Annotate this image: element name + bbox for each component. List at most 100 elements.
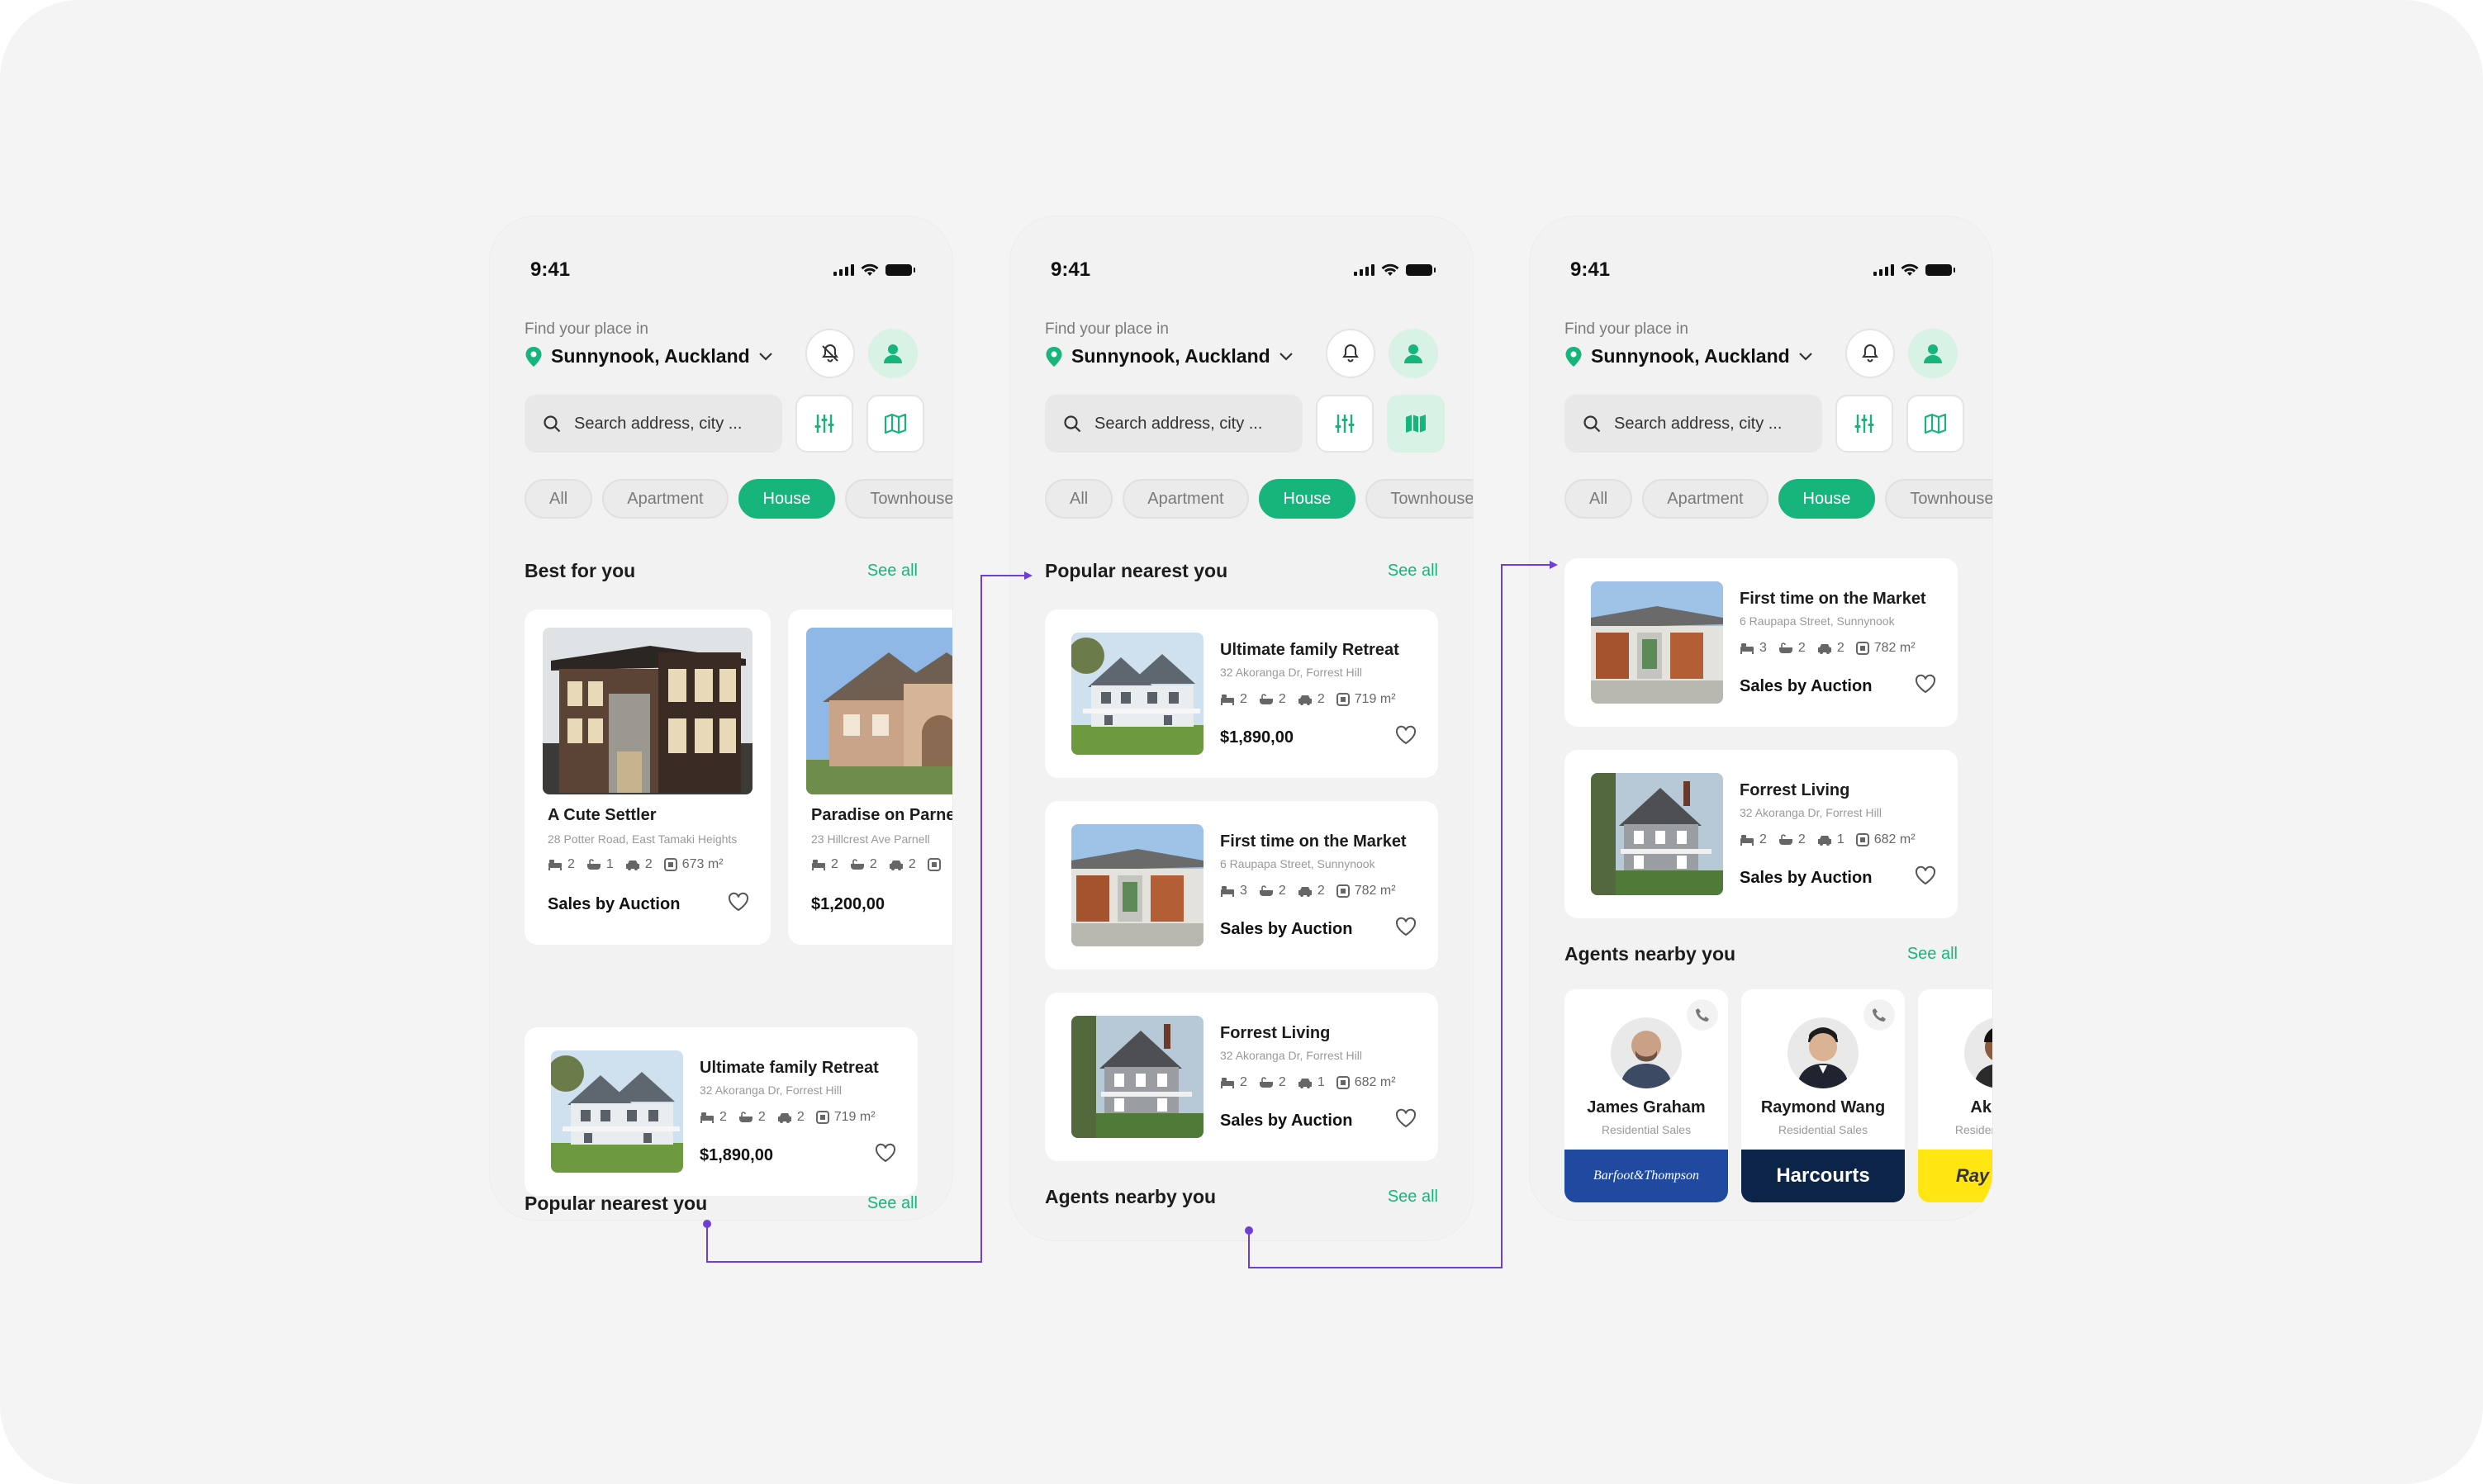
property-title: First time on the Market (1740, 590, 1926, 608)
heart-icon[interactable] (728, 892, 749, 912)
call-button[interactable] (1687, 999, 1718, 1031)
chip-all[interactable]: All (1564, 479, 1633, 519)
notification-button[interactable] (1326, 329, 1375, 378)
property-card[interactable]: Ultimate family Retreat 32 Akoranga Dr, … (525, 1027, 918, 1196)
category-chips: All Apartment House Townhouse (1564, 479, 1992, 519)
property-title: Ultimate family Retreat (700, 1059, 879, 1077)
chip-apartment[interactable]: Apartment (1123, 479, 1249, 519)
chip-townhouse[interactable]: Townhouse (845, 479, 952, 519)
search-row: Search address, city ... (525, 395, 924, 453)
property-card[interactable]: Paradise on Parnell 23 Hillcrest Ave Par… (788, 609, 952, 945)
beds-count: 2 (1759, 832, 1767, 846)
profile-button[interactable] (868, 329, 918, 378)
search-placeholder: Search address, city ... (1094, 414, 1263, 433)
property-card[interactable]: First time on the Market 6 Raupapa Stree… (1564, 558, 1958, 727)
heart-icon[interactable] (1395, 725, 1417, 745)
chip-townhouse[interactable]: Townhouse (1365, 479, 1473, 519)
section-title: Best for you (525, 560, 636, 581)
bath-icon (850, 859, 864, 870)
agents-nearby-header: Agents nearby you See all (1045, 1186, 1438, 1208)
area-icon (815, 1111, 829, 1124)
see-all-link[interactable]: See all (867, 562, 918, 581)
beds-count: 2 (1240, 692, 1247, 706)
popular-nearest-header: Popular nearest you See all (1045, 560, 1438, 582)
map-view-button[interactable] (1387, 395, 1445, 453)
property-card[interactable]: Forrest Living 32 Akoranga Dr, Forrest H… (1564, 750, 1958, 918)
chip-townhouse[interactable]: Townhouse (1885, 479, 1992, 519)
chip-apartment[interactable]: Apartment (602, 479, 729, 519)
chip-house[interactable]: House (1778, 479, 1876, 519)
agent-card[interactable]: James Graham Residential Sales Barfoot&T… (1564, 989, 1728, 1202)
heart-icon[interactable] (1395, 917, 1417, 936)
property-price: Sales by Auction (548, 895, 681, 913)
chip-all[interactable]: All (1045, 479, 1113, 519)
property-card[interactable]: First time on the Market 6 Raupapa Stree… (1045, 801, 1438, 970)
bell-icon (1862, 344, 1878, 363)
see-all-link[interactable]: See all (1388, 1188, 1438, 1207)
property-card[interactable]: Ultimate family Retreat 32 Akoranga Dr, … (1045, 609, 1438, 778)
chevron-down-icon (758, 352, 772, 361)
bed-icon (812, 860, 825, 870)
notification-button[interactable] (1845, 329, 1895, 378)
area-feature: 719 m² (815, 1110, 876, 1125)
search-input[interactable]: Search address, city ... (525, 395, 782, 453)
search-placeholder: Search address, city ... (574, 414, 743, 433)
profile-button[interactable] (1908, 329, 1958, 378)
property-price: Sales by Auction (1220, 1112, 1353, 1130)
chip-all[interactable]: All (525, 479, 593, 519)
agent-card[interactable]: Akshay Residential Sales Ray White (1918, 989, 1992, 1202)
car-icon (1817, 836, 1831, 846)
status-time: 9:41 (1051, 258, 1091, 281)
property-address: 32 Akoranga Dr, Forrest Hill (1740, 806, 1882, 819)
find-label: Find your place in (1045, 320, 1169, 338)
beds-feature: 2 (1220, 1075, 1247, 1090)
agency-logo-text: Barfoot&Thompson (1593, 1169, 1699, 1183)
search-input[interactable]: Search address, city ... (1564, 395, 1822, 453)
heart-icon[interactable] (1395, 1108, 1417, 1128)
property-price: $1,890,00 (700, 1146, 773, 1164)
status-bar: 9:41 (1570, 258, 1955, 282)
filter-button[interactable] (795, 395, 853, 453)
see-all-link[interactable]: See all (1907, 945, 1958, 964)
call-button[interactable] (1863, 999, 1895, 1031)
agency-logo: Harcourts (1741, 1150, 1905, 1202)
profile-button[interactable] (1389, 329, 1438, 378)
chip-house[interactable]: House (738, 479, 836, 519)
agency-logo-text: Ray White (1955, 1165, 1992, 1186)
heart-icon[interactable] (875, 1143, 896, 1163)
see-all-link[interactable]: See all (1388, 562, 1438, 581)
filter-button[interactable] (1835, 395, 1893, 453)
bath-icon (1259, 694, 1273, 704)
signal-icon (833, 264, 854, 276)
location-selector[interactable]: Sunnynook, Auckland (525, 345, 773, 367)
status-bar: 9:41 (530, 258, 915, 282)
location-selector[interactable]: Sunnynook, Auckland (1564, 345, 1813, 367)
map-view-button[interactable] (1906, 395, 1964, 453)
area-icon (1336, 693, 1350, 706)
area-value: 782 m² (1873, 641, 1916, 655)
search-icon (1064, 415, 1081, 433)
search-input[interactable]: Search address, city ... (1045, 395, 1303, 453)
chip-apartment[interactable]: Apartment (1642, 479, 1768, 519)
property-features: 2 2 2 719 m² (1220, 692, 1396, 707)
section-title: Agents nearby you (1045, 1186, 1217, 1207)
agent-card[interactable]: Raymond Wang Residential Sales Harcourts (1741, 989, 1905, 1202)
heart-icon[interactable] (1915, 865, 1936, 885)
bath-icon (738, 1112, 752, 1122)
filter-button[interactable] (1316, 395, 1374, 453)
location-text: Sunnynook, Auckland (1591, 345, 1790, 367)
property-address: 32 Akoranga Dr, Forrest Hill (1220, 666, 1362, 679)
chip-house[interactable]: House (1258, 479, 1356, 519)
property-card[interactable]: Forrest Living 32 Akoranga Dr, Forrest H… (1045, 993, 1438, 1161)
property-photo (551, 1050, 683, 1173)
location-selector[interactable]: Sunnynook, Auckland (1045, 345, 1294, 367)
notification-button[interactable] (805, 329, 855, 378)
see-all-link[interactable]: See all (867, 1194, 918, 1213)
beds-feature: 2 (1220, 692, 1247, 707)
baths-count: 2 (1797, 832, 1806, 846)
property-card[interactable]: A Cute Settler 28 Potter Road, East Tama… (525, 609, 771, 945)
heart-icon[interactable] (1915, 674, 1936, 694)
map-view-button[interactable] (866, 395, 924, 453)
bell-off-icon (822, 344, 838, 363)
home-screen-3: 9:41 Find your place in Sunnynook, Auckl… (1530, 216, 1992, 1220)
